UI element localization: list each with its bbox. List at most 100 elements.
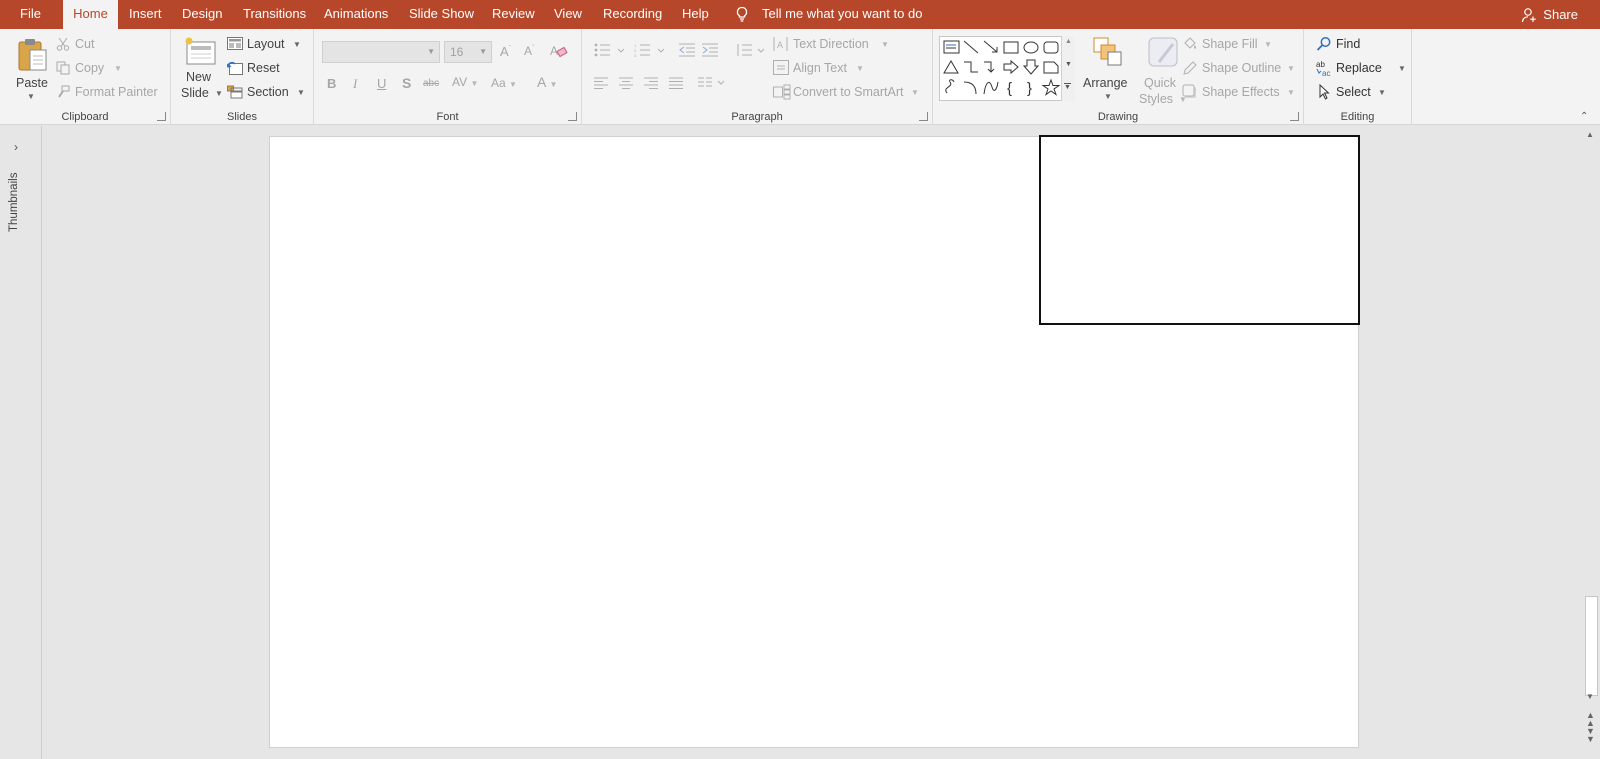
- right-arrow-shape-icon[interactable]: [1003, 59, 1019, 75]
- new-slide-button[interactable]: New Slide ▼: [181, 34, 223, 104]
- character-spacing-dropdown-icon: ▼: [470, 79, 479, 88]
- underline-button[interactable]: U: [377, 76, 386, 91]
- line-spacing-icon[interactable]: [736, 43, 766, 57]
- elbow-arrow-connector-shape-icon[interactable]: [984, 61, 995, 73]
- paste-button[interactable]: Paste ▼: [13, 34, 48, 104]
- slides-group-label: Slides: [227, 111, 257, 123]
- ribbon: Paste ▼ Cut Copy ▼ Format Painter Clipbo…: [0, 29, 1600, 125]
- star-shape-icon[interactable]: [1041, 78, 1061, 96]
- collapse-ribbon-icon[interactable]: ⌃: [1580, 111, 1588, 122]
- align-center-icon[interactable]: [619, 77, 633, 89]
- strikethrough-button[interactable]: abc: [423, 78, 439, 89]
- scrollbar-thumb[interactable]: [1585, 596, 1598, 696]
- left-brace-shape-icon[interactable]: {: [1007, 80, 1012, 97]
- arrow-line-shape-icon[interactable]: [983, 40, 998, 53]
- arrange-dropdown-icon: ▼: [1104, 92, 1112, 101]
- paragraph-dialog-launcher-icon[interactable]: [919, 112, 928, 121]
- decrease-indent-icon[interactable]: [679, 43, 695, 57]
- tab-review[interactable]: Review: [492, 0, 535, 29]
- shapes-gallery[interactable]: { } ▲ ▼ ▼: [939, 36, 1075, 101]
- tab-view[interactable]: View: [554, 0, 582, 29]
- rounded-rectangle-shape-icon[interactable]: [1043, 41, 1059, 54]
- text-box-shape-icon[interactable]: [943, 40, 960, 54]
- oval-shape-icon[interactable]: [1023, 41, 1039, 54]
- font-color-dropdown-icon: ▼: [549, 80, 558, 89]
- snip-rectangle-shape-icon[interactable]: [1043, 61, 1059, 74]
- new-slide-icon: [185, 37, 216, 65]
- character-spacing-button[interactable]: AV ▼: [452, 75, 478, 89]
- align-left-icon[interactable]: [594, 77, 608, 89]
- previous-slide-icon[interactable]: ▲ ▲: [1586, 711, 1595, 728]
- justify-icon[interactable]: [669, 77, 683, 89]
- down-arrow-shape-icon[interactable]: [1022, 59, 1040, 75]
- share-button[interactable]: Share: [1522, 0, 1578, 29]
- font-dialog-launcher-icon[interactable]: [568, 112, 577, 121]
- new-slide-label-1: New: [186, 70, 212, 84]
- scroll-down-icon[interactable]: ▼: [1586, 692, 1594, 701]
- next-slide-icon[interactable]: ▼ ▼: [1586, 727, 1595, 744]
- new-slide-label-2: Slide: [181, 86, 209, 100]
- arc-shape-icon[interactable]: [963, 81, 977, 95]
- select-dropdown-icon: ▼: [1378, 88, 1386, 97]
- ribbon-tab-bar: File Home Insert Design Transitions Anim…: [0, 0, 1600, 29]
- clipboard-dialog-launcher-icon[interactable]: [157, 112, 166, 121]
- tab-transitions[interactable]: Transitions: [243, 0, 306, 29]
- numbering-icon[interactable]: 123: [634, 43, 670, 57]
- font-name-combo[interactable]: ▼: [322, 41, 440, 63]
- change-case-button[interactable]: Aa ▼: [491, 76, 517, 90]
- freeform-shape-icon[interactable]: [945, 79, 955, 94]
- tab-recording[interactable]: Recording: [603, 0, 662, 29]
- shapes-gallery-scrollbar[interactable]: ▲ ▼ ▼: [1061, 36, 1075, 101]
- clear-formatting-icon[interactable]: A: [550, 43, 568, 59]
- tab-help[interactable]: Help: [682, 0, 709, 29]
- quick-styles-button[interactable]: Quick Styles ▼: [1139, 34, 1187, 106]
- shapes-scroll-down-icon[interactable]: ▼: [1065, 61, 1072, 68]
- tab-animations[interactable]: Animations: [324, 0, 388, 29]
- slides-group: New Slide ▼ Layout ▼ Reset Section ▼ Sli…: [171, 29, 314, 125]
- drawing-group: { } ▲ ▼ ▼ Arrange ▼ Quick Styles ▼ Shape…: [933, 29, 1304, 125]
- bullets-icon[interactable]: [594, 43, 630, 57]
- tab-insert[interactable]: Insert: [129, 0, 162, 29]
- font-size-combo[interactable]: 16 ▼: [444, 41, 492, 63]
- drawing-dialog-launcher-icon[interactable]: [1290, 112, 1299, 121]
- columns-icon[interactable]: [698, 77, 728, 89]
- arrange-button[interactable]: Arrange ▼: [1083, 34, 1133, 104]
- shapes-more-icon[interactable]: ▼: [1064, 83, 1071, 92]
- line-shape-icon[interactable]: [963, 40, 979, 54]
- shapes-scroll-up-icon[interactable]: ▲: [1065, 38, 1072, 45]
- elbow-connector-shape-icon[interactable]: [964, 61, 978, 73]
- text-direction-icon: A: [773, 37, 788, 51]
- smartart-icon: [773, 84, 791, 100]
- lightbulb-icon: [736, 6, 748, 22]
- triangle-shape-icon[interactable]: [943, 60, 959, 74]
- increase-indent-icon[interactable]: [702, 43, 718, 57]
- tab-file[interactable]: File: [20, 0, 41, 29]
- italic-button[interactable]: I: [353, 76, 357, 92]
- expand-thumbnails-icon[interactable]: ›: [14, 140, 18, 154]
- font-color-button[interactable]: A ▼: [537, 74, 557, 90]
- character-spacing-label: AV: [452, 75, 468, 89]
- shapes-gallery-grid: { }: [943, 40, 1061, 97]
- align-right-icon[interactable]: [644, 77, 658, 89]
- text-shadow-button[interactable]: S: [402, 75, 411, 91]
- rectangle-shape-icon[interactable]: [1003, 41, 1019, 54]
- shape-outline-label: Shape Outline: [1202, 61, 1282, 75]
- section-label: Section: [247, 85, 289, 99]
- curve-shape-icon[interactable]: [983, 81, 999, 95]
- thumbnails-pane[interactable]: › Thumbnails: [0, 126, 42, 759]
- increase-font-size-icon[interactable]: Aˆ: [500, 44, 511, 59]
- paste-dropdown-icon: ▼: [27, 92, 35, 101]
- vertical-scrollbar[interactable]: ▲ ▼ ▲ ▲ ▼ ▼: [1583, 126, 1600, 759]
- scroll-up-icon[interactable]: ▲: [1586, 130, 1594, 139]
- replace-dropdown-icon: ▼: [1398, 64, 1406, 73]
- bold-button[interactable]: B: [327, 76, 336, 91]
- decrease-font-size-icon[interactable]: Aˇ: [524, 44, 534, 58]
- replace-icon: abac: [1316, 60, 1330, 78]
- text-direction-label: Text Direction: [793, 37, 869, 51]
- tab-design[interactable]: Design: [182, 0, 222, 29]
- tab-home[interactable]: Home: [63, 0, 118, 29]
- clipboard-group-label: Clipboard: [61, 111, 109, 123]
- tab-slide-show[interactable]: Slide Show: [409, 0, 474, 29]
- right-brace-shape-icon[interactable]: }: [1027, 80, 1032, 97]
- rectangle-shape[interactable]: [1039, 135, 1360, 325]
